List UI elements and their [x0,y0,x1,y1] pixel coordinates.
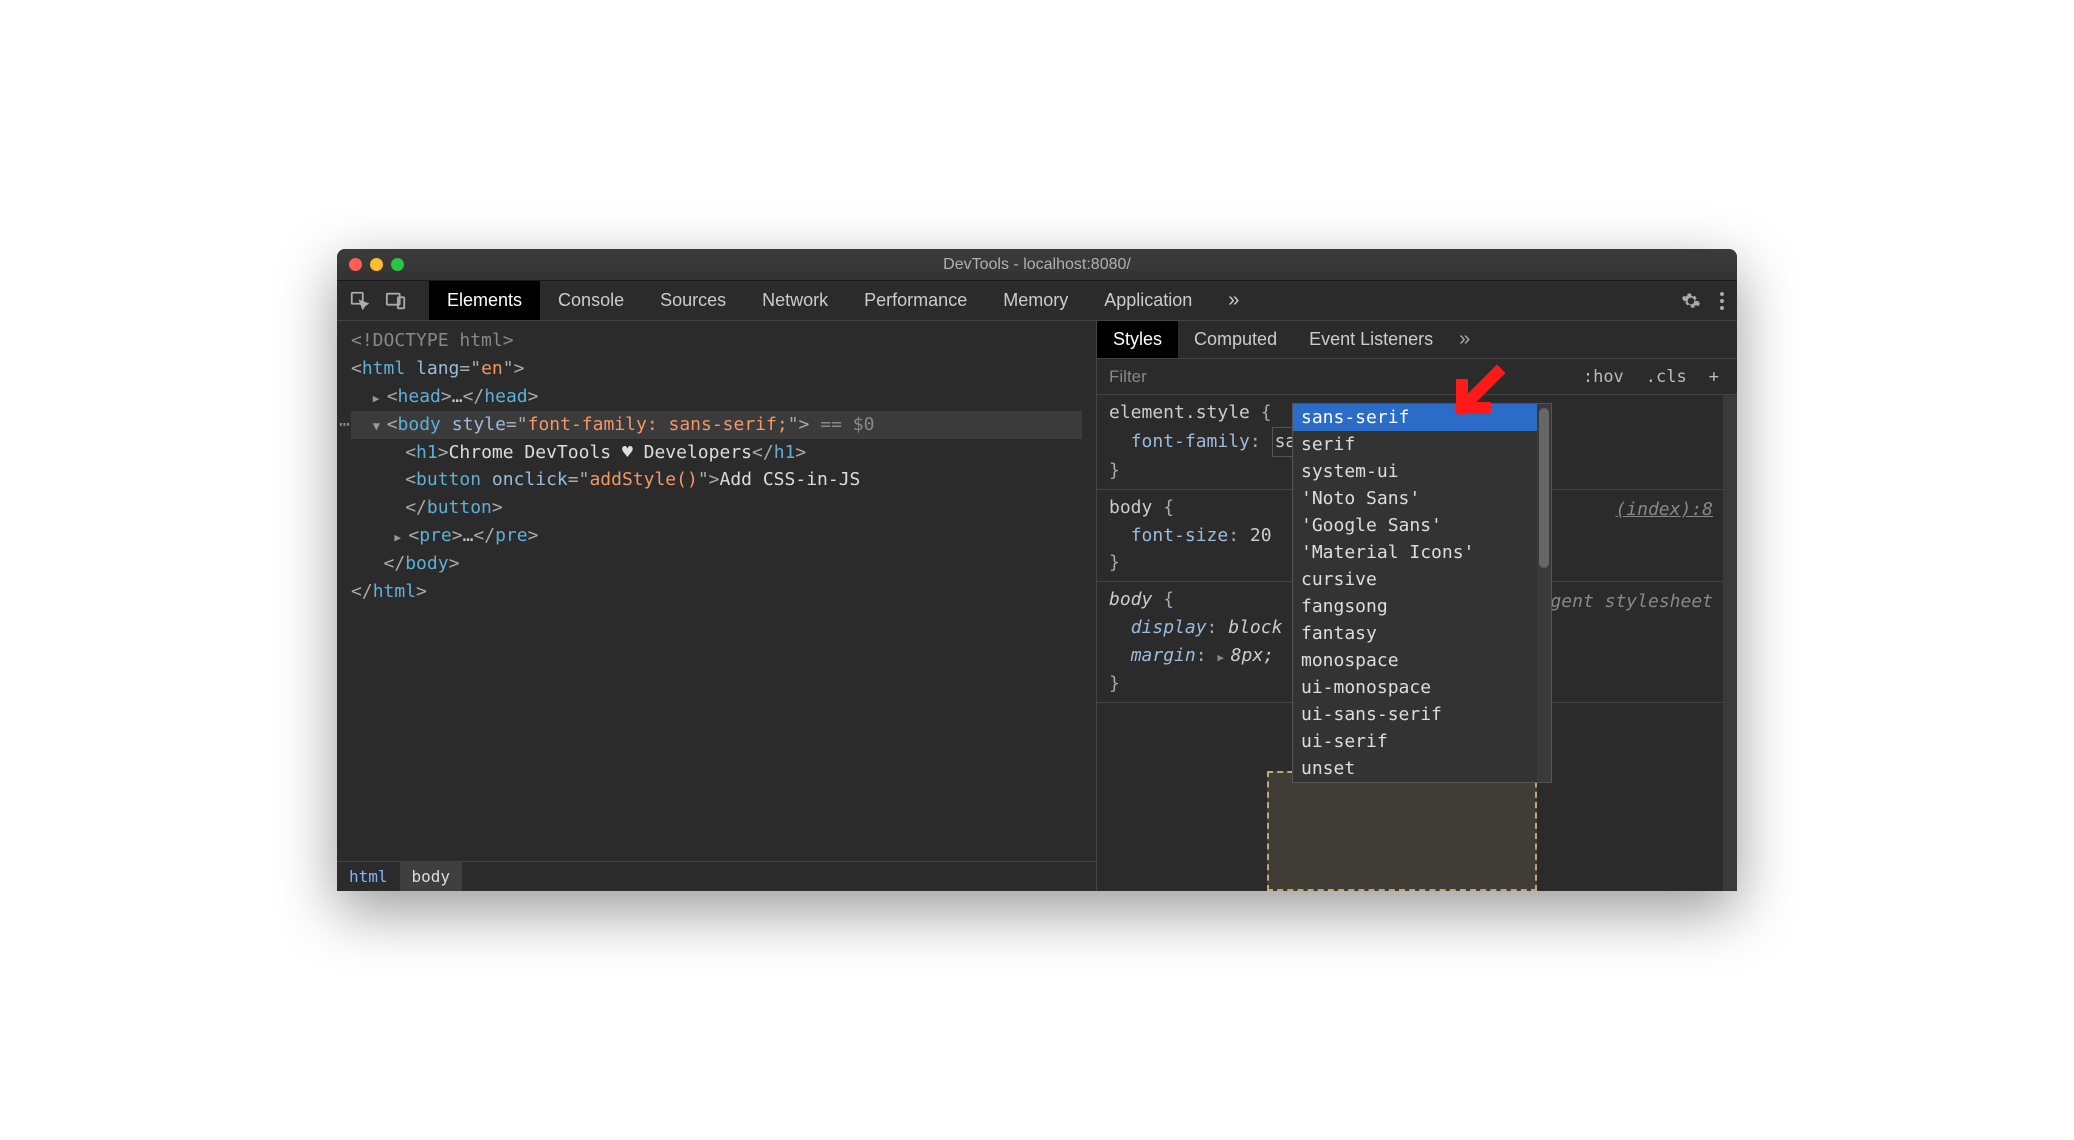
autocomplete-option[interactable]: monospace [1293,647,1551,674]
styles-panel: Styles Computed Event Listeners » :hov .… [1097,321,1737,891]
dropdown-scrollbar[interactable] [1537,404,1551,782]
zoom-icon[interactable] [391,258,404,271]
doctype-node[interactable]: <!DOCTYPE html> [351,330,514,351]
tab-performance[interactable]: Performance [846,281,985,320]
autocomplete-option[interactable]: sans-serif [1293,404,1551,431]
close-icon[interactable] [349,258,362,271]
font-family-autocomplete-dropdown: sans-serif serif system-ui 'Noto Sans' '… [1292,403,1552,783]
tab-network[interactable]: Network [744,281,846,320]
autocomplete-option[interactable]: system-ui [1293,458,1551,485]
titlebar: DevTools - localhost:8080/ [337,249,1737,281]
tab-elements[interactable]: Elements [429,281,540,320]
breadcrumbs: html body [337,861,1096,891]
inspect-element-icon[interactable] [349,290,371,312]
autocomplete-option[interactable]: serif [1293,431,1551,458]
styles-tabs-overflow-icon[interactable]: » [1449,321,1480,358]
tabs-overflow-icon[interactable]: » [1210,281,1257,320]
tab-computed[interactable]: Computed [1178,321,1293,358]
device-toolbar-icon[interactable] [385,290,407,312]
devtools-window: DevTools - localhost:8080/ Elements Cons… [337,249,1737,891]
settings-gear-icon[interactable] [1681,291,1701,311]
expand-toggle-icon[interactable] [373,383,387,411]
autocomplete-option[interactable]: unset [1293,755,1551,782]
autocomplete-option[interactable]: ui-sans-serif [1293,701,1551,728]
window-title: DevTools - localhost:8080/ [943,256,1131,274]
new-style-rule-button[interactable]: + [1703,365,1725,389]
autocomplete-option[interactable]: 'Material Icons' [1293,539,1551,566]
elements-panel: <!DOCTYPE html> <html lang="en"> <head>…… [337,321,1097,891]
autocomplete-option[interactable]: fantasy [1293,620,1551,647]
tab-event-listeners[interactable]: Event Listeners [1293,321,1449,358]
stylesheet-source-link[interactable]: (index):8 [1615,499,1713,520]
tab-sources[interactable]: Sources [642,281,744,320]
autocomplete-option[interactable]: fangsong [1293,593,1551,620]
panel-tabs: Elements Console Sources Network Perform… [429,281,1257,320]
main-toolbar: Elements Console Sources Network Perform… [337,281,1737,321]
window-controls [349,258,404,271]
autocomplete-option[interactable]: 'Noto Sans' [1293,485,1551,512]
breadcrumb-body[interactable]: body [400,862,463,891]
styles-filter-row: :hov .cls + [1097,359,1737,395]
tab-console[interactable]: Console [540,281,642,320]
breadcrumb-html[interactable]: html [337,862,400,891]
autocomplete-option[interactable]: ui-serif [1293,728,1551,755]
toggle-cls-button[interactable]: .cls [1640,365,1693,389]
kebab-menu-icon[interactable] [1719,291,1725,311]
autocomplete-option[interactable]: cursive [1293,566,1551,593]
dom-tree[interactable]: <!DOCTYPE html> <html lang="en"> <head>…… [337,321,1096,861]
expand-toggle-icon[interactable] [373,411,387,439]
tab-memory[interactable]: Memory [985,281,1086,320]
styles-filter-input[interactable] [1109,367,1567,387]
box-model-widget[interactable] [1267,771,1537,891]
minimize-icon[interactable] [370,258,383,271]
tab-application[interactable]: Application [1086,281,1210,320]
toggle-hov-button[interactable]: :hov [1577,365,1630,389]
autocomplete-option[interactable]: ui-monospace [1293,674,1551,701]
tab-styles[interactable]: Styles [1097,321,1178,358]
expand-toggle-icon[interactable] [394,522,408,550]
styles-sidebar-tabs: Styles Computed Event Listeners » [1097,321,1737,359]
selected-body-node[interactable]: <body style="font-family: sans-serif;"> … [351,411,1082,439]
main-area: <!DOCTYPE html> <html lang="en"> <head>…… [337,321,1737,891]
autocomplete-option[interactable]: 'Google Sans' [1293,512,1551,539]
